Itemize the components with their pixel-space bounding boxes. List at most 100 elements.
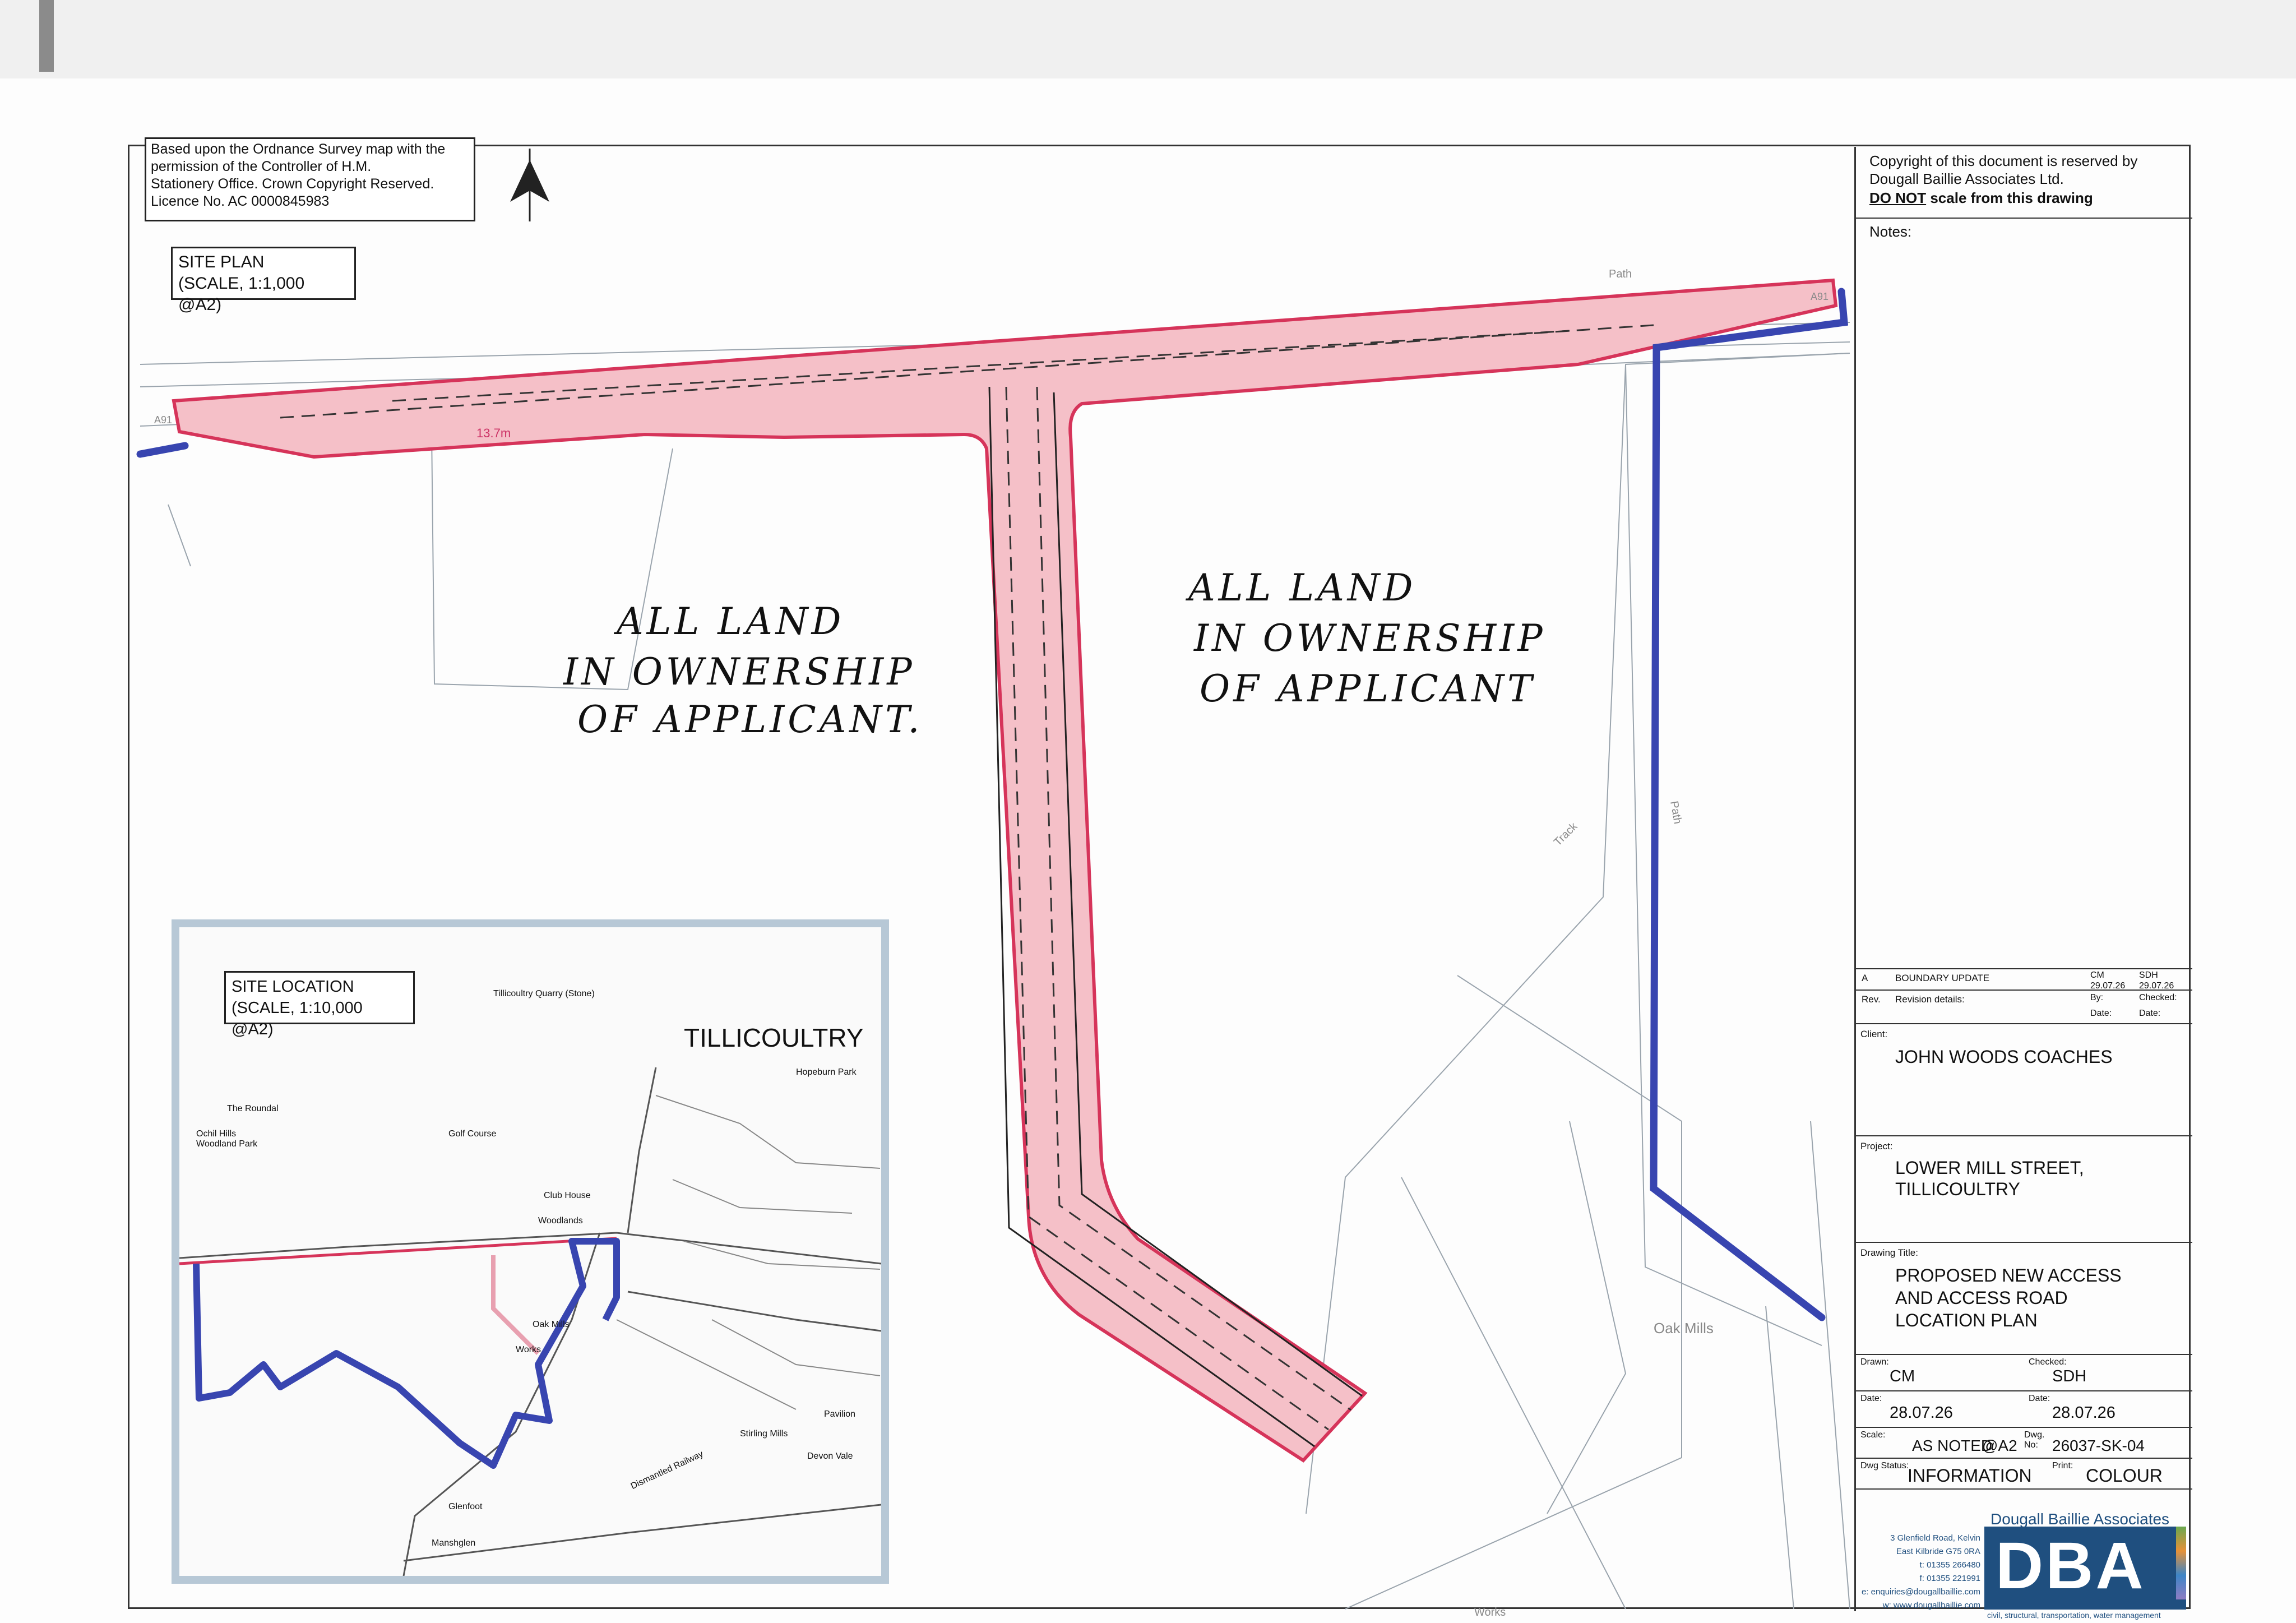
company-web: w: www.dougallbaillie.com (1882, 1601, 1980, 1610)
date-drawn: 28.07.26 (1890, 1404, 1953, 1422)
revision-header-row: Rev. Revision details: By: Checked: Date… (1856, 991, 2192, 1024)
map-label-path-top: Path (1609, 268, 1632, 280)
logo-colour-bar (2176, 1527, 2186, 1599)
project-line1: LOWER MILL STREET, (1895, 1158, 2084, 1178)
dba-logo: DBA (1984, 1527, 2186, 1610)
os-copyright-line3: Stationery Office. Crown Copyright Reser… (151, 176, 434, 192)
company-address2: East Kilbride G75 0RA (1896, 1547, 1980, 1556)
drawing-title-label: Drawing Title: (1860, 1247, 1918, 1258)
rev-a-letter: A (1862, 973, 1868, 983)
scale-row: Scale: AS NOTED @A2 Dwg. No: 26037-SK-04 (1856, 1428, 2192, 1459)
client-name: JOHN WOODS COACHES (1895, 1047, 2113, 1067)
print-label: Print: (2052, 1461, 2073, 1471)
map-label-path-right: Path (1668, 800, 1684, 825)
drawn-by: CM (1890, 1367, 1915, 1385)
inset-place-pavilion: Pavilion (824, 1409, 856, 1419)
inset-place-hopeburn-park: Hopeburn Park (796, 1067, 857, 1077)
inset-place-glenfoot: Glenfoot (448, 1502, 483, 1511)
print-value: COLOUR (2086, 1465, 2163, 1486)
scale-warning: scale from this drawing (1930, 189, 2093, 206)
drawing-title-line3: LOCATION PLAN (1895, 1310, 2038, 1330)
drawing-title-line2: AND ACCESS ROAD (1895, 1288, 2068, 1308)
inset-place-woodland-park: Ochil Hills Woodland Park (196, 1129, 258, 1149)
project-label: Project: (1860, 1141, 1893, 1152)
do-not-warning: DO NOT (1869, 189, 1927, 206)
inset-place-manshglen: Manshglen (432, 1538, 476, 1548)
handwritten-note-left-2: IN OWNERSHIP (563, 650, 915, 693)
inset-place-stirling-mills: Stirling Mills (740, 1429, 788, 1439)
checked-label: Checked: (2029, 1357, 2067, 1367)
inset-place-oak-mills: Oak Mills (533, 1320, 570, 1329)
rev-a-date-checked: 29.07.26 (2139, 981, 2174, 991)
rev-header: Rev. (1862, 994, 1881, 1005)
map-label-oak-mills: Oak Mills (1654, 1320, 1714, 1337)
project-section: Project: LOWER MILL STREET, TILLICOULTRY (1856, 1136, 2192, 1243)
rev-date-header-2: Date: (2139, 1009, 2161, 1018)
drawing-title-section: Drawing Title: PROPOSED NEW ACCESS AND A… (1856, 1243, 2192, 1355)
drawn-checked-row: Drawn: CM Checked: SDH (1856, 1355, 2192, 1391)
site-plan-scale: (SCALE, 1:1,000 @A2) (178, 274, 305, 314)
inset-place-club-house: Club House (544, 1191, 591, 1200)
scale-label: Scale: (1860, 1430, 1886, 1440)
inset-place-works: Works (516, 1345, 541, 1354)
title-block: Copyright of this document is reserved b… (1854, 147, 2192, 1611)
site-location-scale: (SCALE, 1:10,000 @A2) (232, 999, 363, 1038)
company-tel: t: 01355 266480 (1919, 1560, 1980, 1570)
drawing-title-line1: PROPOSED NEW ACCESS (1895, 1265, 2122, 1286)
map-label-height: 13.7m (476, 426, 511, 440)
date-row: Date: 28.07.26 Date: 28.07.26 (1856, 1391, 2192, 1428)
sheet-size: @A2 (1982, 1437, 2017, 1454)
rev-a-date-by: 29.07.26 (2090, 981, 2126, 991)
client-label: Client: (1860, 1029, 1888, 1039)
date-checked: 28.07.26 (2052, 1404, 2116, 1422)
inset-place-golf-course: Golf Course (448, 1129, 497, 1139)
handwritten-note-right-1: ALL LAND (1188, 566, 1417, 609)
status-row: Dwg Status: INFORMATION Print: COLOUR (1856, 1459, 2192, 1490)
map-label-track: Track (1552, 820, 1580, 848)
site-plan-label: SITE PLAN (SCALE, 1:1,000 @A2) (171, 247, 356, 314)
dwg-no-label: Dwg. No: (2024, 1430, 2045, 1450)
map-label-road-left: A91 (154, 414, 172, 426)
inset-place-woodlands: Woodlands (538, 1216, 583, 1226)
rev-by-header: By: (2090, 993, 2104, 1002)
north-arrow-icon (510, 149, 549, 221)
os-copyright-box: Based upon the Ordnance Survey map with … (145, 137, 475, 221)
rev-a-by: CM (2090, 970, 2104, 980)
site-location-inset: SITE LOCATION (SCALE, 1:10,000 @A2) TILL… (172, 919, 889, 1584)
company-name: Dougall Baillie Associates (1991, 1510, 2170, 1528)
copyright-line2: Dougall Baillie Associates Ltd. (1869, 170, 2064, 187)
checked-by: SDH (2052, 1367, 2087, 1385)
inset-town-name: TILLICOULTRY (684, 1023, 864, 1052)
dwg-status-label: Dwg Status: (1860, 1461, 1909, 1471)
drawn-label: Drawn: (1860, 1357, 1889, 1367)
rev-checked-header: Checked: (2139, 993, 2177, 1002)
rev-a-details: BOUNDARY UPDATE (1895, 973, 1990, 983)
notes-label: Notes: (1869, 223, 1912, 240)
dba-tagline: civil, structural, transportation, water… (1987, 1611, 2161, 1620)
handwritten-note-right-2: IN OWNERSHIP (1194, 617, 1546, 660)
map-label-works: Works (1474, 1606, 1506, 1619)
dba-logo-text: DBA (1996, 1529, 2146, 1603)
company-address1: 3 Glenfield Road, Kelvin (1890, 1533, 1980, 1543)
site-location-title: SITE LOCATION (232, 978, 354, 996)
scale-value: AS NOTED (1912, 1437, 1993, 1454)
rev-date-header-1: Date: (2090, 1009, 2112, 1018)
dwg-no: 26037-SK-04 (2052, 1437, 2145, 1454)
os-licence-number: Licence No. AC 0000845983 (151, 193, 330, 209)
handwritten-note-right-3: OF APPLICANT (1200, 667, 1536, 710)
copyright-line1: Copyright of this document is reserved b… (1869, 152, 2138, 169)
rev-details-header: Revision details: (1895, 994, 1965, 1005)
date-label-checked: Date: (2029, 1394, 2050, 1403)
revision-row-a: A BOUNDARY UPDATE CM SDH 29.07.26 29.07.… (1856, 968, 2192, 991)
os-copyright-line1: Based upon the Ordnance Survey map with … (151, 141, 446, 157)
rev-a-checked: SDH (2139, 970, 2158, 980)
os-copyright-line2: permission of the Controller of H.M. (151, 159, 372, 174)
inset-place-roundal: The Roundal (227, 1104, 279, 1113)
site-plan-title: SITE PLAN (178, 253, 265, 271)
company-contact: 3 Glenfield Road, Kelvin East Kilbride G… (1862, 1532, 1980, 1612)
handwritten-note-left-1: ALL LAND (617, 600, 845, 643)
title-block-copyright: Copyright of this document is reserved b… (1856, 147, 2192, 219)
inset-place-devon-vale: Devon Vale (807, 1451, 853, 1461)
company-fax: f: 01355 221991 (1919, 1574, 1980, 1583)
client-section: Client: JOHN WOODS COACHES (1856, 1024, 2192, 1136)
